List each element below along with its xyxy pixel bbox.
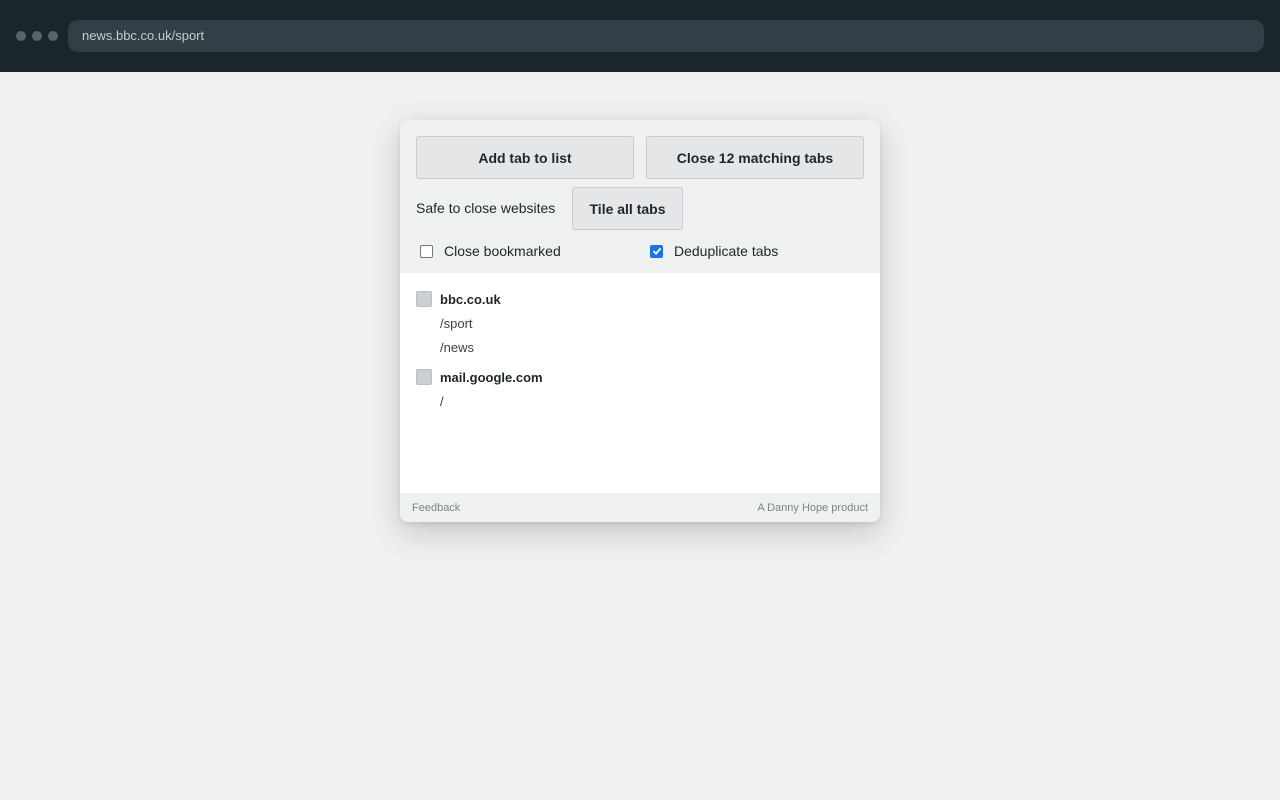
- site-checkbox[interactable]: [416, 291, 432, 307]
- address-bar[interactable]: news.bbc.co.uk/sport: [68, 20, 1264, 52]
- deduplicate-tabs-checkbox[interactable]: [650, 244, 663, 258]
- site-item-bbc[interactable]: bbc.co.uk: [416, 291, 501, 307]
- feedback-link[interactable]: Feedback: [412, 502, 460, 514]
- site-domain: mail.google.com: [440, 369, 543, 385]
- safe-to-close-label: Safe to close websites: [416, 200, 556, 216]
- popup-footer: Feedback A Danny Hope product: [400, 493, 880, 522]
- site-checkbox[interactable]: [416, 369, 432, 385]
- browser-toolbar: news.bbc.co.uk/sport: [0, 0, 1280, 72]
- window-controls: [16, 31, 58, 41]
- site-list: bbc.co.uk /sport /news mail.google.com /: [400, 273, 880, 493]
- deduplicate-tabs-label: Deduplicate tabs: [674, 243, 779, 259]
- minimize-window-dot[interactable]: [32, 31, 42, 41]
- extension-popup: Add tab to list Close 12 matching tabs S…: [400, 120, 880, 522]
- site-path: /: [440, 394, 444, 409]
- credit-text: A Danny Hope product: [757, 502, 868, 514]
- add-tab-button[interactable]: Add tab to list: [416, 136, 634, 179]
- close-bookmarked-label: Close bookmarked: [444, 243, 561, 259]
- site-domain: bbc.co.uk: [440, 291, 501, 307]
- close-matching-tabs-button[interactable]: Close 12 matching tabs: [646, 136, 864, 179]
- close-bookmarked-option[interactable]: Close bookmarked: [420, 243, 561, 259]
- site-path: /sport: [440, 316, 473, 331]
- close-window-dot[interactable]: [16, 31, 26, 41]
- maximize-window-dot[interactable]: [48, 31, 58, 41]
- close-bookmarked-checkbox[interactable]: [420, 244, 433, 258]
- site-item-mail-google[interactable]: mail.google.com: [416, 369, 543, 385]
- deduplicate-tabs-option[interactable]: Deduplicate tabs: [650, 243, 778, 259]
- site-path: /news: [440, 340, 474, 355]
- tile-all-tabs-button[interactable]: Tile all tabs: [572, 187, 683, 230]
